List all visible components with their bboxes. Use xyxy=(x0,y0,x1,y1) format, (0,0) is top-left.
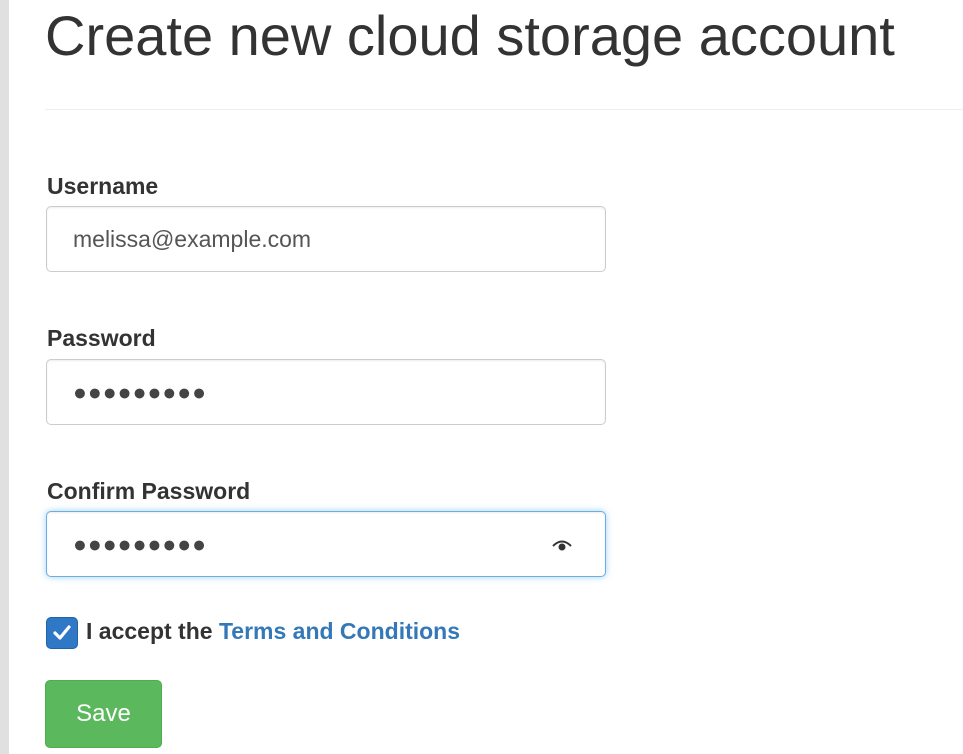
password-field[interactable]: ●●●●●●●●● xyxy=(46,359,606,425)
password-value: ●●●●●●●●● xyxy=(73,379,208,405)
page-title: Create new cloud storage account xyxy=(45,4,895,67)
title-divider xyxy=(45,109,963,110)
confirm-password-label: Confirm Password xyxy=(47,478,251,504)
username-field[interactable]: melissa@example.com xyxy=(46,206,606,272)
username-label: Username xyxy=(47,173,159,199)
terms-link[interactable]: Terms and Conditions xyxy=(219,618,460,644)
checkmark-icon xyxy=(53,625,71,640)
terms-prefix: I accept the xyxy=(86,618,213,644)
password-label: Password xyxy=(47,325,156,351)
terms-label: I accept the Terms and Conditions xyxy=(86,616,460,646)
username-value: melissa@example.com xyxy=(73,226,312,252)
confirm-password-field[interactable]: ●●●●●●●●● xyxy=(46,511,606,577)
confirm-password-value: ●●●●●●●●● xyxy=(73,531,208,557)
terms-checkbox[interactable] xyxy=(46,617,78,649)
eye-icon[interactable] xyxy=(551,538,573,552)
page: Create new cloud storage account Usernam… xyxy=(0,0,963,754)
save-button[interactable]: Save xyxy=(45,680,162,748)
left-border xyxy=(0,0,9,754)
